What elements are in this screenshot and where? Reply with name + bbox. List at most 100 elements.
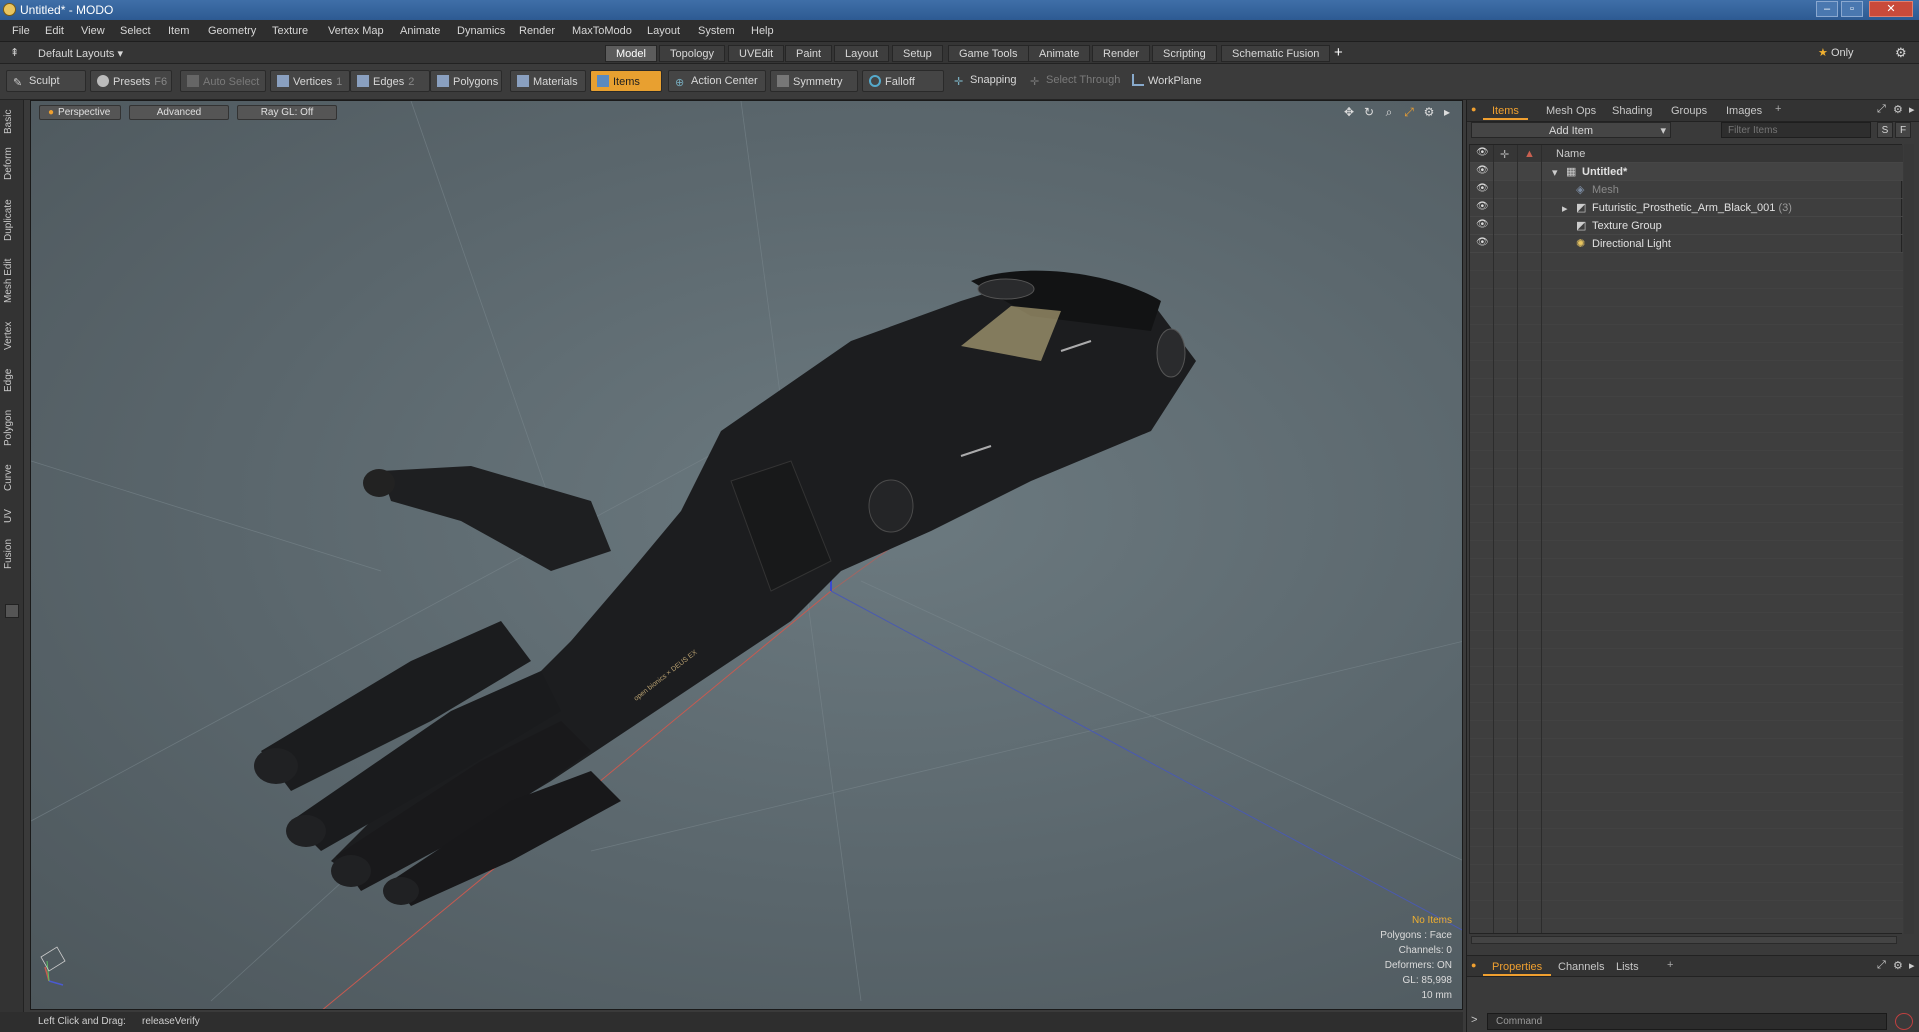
- s-button[interactable]: S: [1877, 122, 1893, 138]
- layout-collapse-icon[interactable]: ⇞: [10, 46, 19, 59]
- tab-schematic-fusion[interactable]: Schematic Fusion: [1221, 45, 1331, 62]
- vertices-button[interactable]: Vertices 1: [270, 70, 350, 92]
- f-button[interactable]: F: [1895, 122, 1911, 138]
- tab-scripting[interactable]: Scripting: [1152, 45, 1217, 62]
- vtab-uv[interactable]: UV: [3, 502, 21, 530]
- add-item-dropdown[interactable]: Add Item ▾: [1471, 122, 1671, 138]
- menu-item[interactable]: Item: [168, 25, 189, 37]
- rotate-icon[interactable]: ↻: [1362, 105, 1376, 119]
- tab-groups[interactable]: Groups: [1662, 103, 1716, 120]
- tab-mesh-ops[interactable]: Mesh Ops: [1537, 103, 1605, 120]
- menu-system[interactable]: System: [698, 25, 735, 37]
- menu-file[interactable]: File: [12, 25, 30, 37]
- select-through-button[interactable]: ✛ Select Through: [1024, 70, 1120, 92]
- workplane-button[interactable]: WorkPlane: [1126, 70, 1208, 92]
- viewport-settings-icon[interactable]: ⚙: [1422, 105, 1436, 119]
- items-icon: [597, 75, 609, 87]
- menu-layout[interactable]: Layout: [647, 25, 680, 37]
- tab-game-tools[interactable]: Game Tools: [948, 45, 1029, 62]
- minimize-button[interactable]: –: [1816, 1, 1838, 17]
- materials-button[interactable]: Materials: [510, 70, 586, 92]
- tab-paint[interactable]: Paint: [785, 45, 833, 62]
- tab-setup[interactable]: Setup: [892, 45, 943, 62]
- falloff-button[interactable]: Falloff: [862, 70, 944, 92]
- vtab-curve[interactable]: Curve: [3, 458, 21, 498]
- prosthetic-arm-model[interactable]: [254, 270, 1196, 906]
- tab-shading[interactable]: Shading: [1603, 103, 1661, 120]
- zoom-icon[interactable]: ⌕: [1382, 105, 1396, 119]
- command-input[interactable]: Command: [1487, 1013, 1887, 1030]
- vtab-polygon[interactable]: Polygon: [3, 404, 21, 452]
- name-column-header[interactable]: Name: [1556, 148, 1585, 160]
- tab-lists[interactable]: Lists: [1607, 959, 1648, 976]
- vtab-duplicate[interactable]: Duplicate: [3, 194, 21, 246]
- tab-topology[interactable]: Topology: [659, 45, 726, 62]
- vtab-basic[interactable]: Basic: [3, 104, 21, 140]
- view-mode-button[interactable]: ● Perspective: [39, 105, 121, 120]
- raygl-button[interactable]: Ray GL: Off: [237, 105, 337, 120]
- menu-view[interactable]: View: [81, 25, 105, 37]
- polygons-button[interactable]: Polygons: [430, 70, 502, 92]
- menu-edit[interactable]: Edit: [45, 25, 64, 37]
- menu-vertex-map[interactable]: Vertex Map: [328, 25, 384, 37]
- layout-preset-dropdown[interactable]: Default Layouts ▾: [38, 47, 123, 60]
- fit-icon[interactable]: ⤢: [1402, 105, 1416, 119]
- menu-render[interactable]: Render: [519, 25, 555, 37]
- falloff-icon: [869, 75, 881, 87]
- tab-items[interactable]: Items: [1483, 103, 1528, 120]
- tab-render[interactable]: Render: [1092, 45, 1151, 62]
- tab-images[interactable]: Images: [1717, 103, 1771, 120]
- tab-properties[interactable]: Properties: [1483, 959, 1552, 976]
- tab-uvedit[interactable]: UVEdit: [728, 45, 785, 62]
- maximize-button[interactable]: ▫: [1841, 1, 1863, 17]
- menu-select[interactable]: Select: [120, 25, 151, 37]
- polygons-label: Polygons: [453, 76, 499, 88]
- collapse-arrow-icon[interactable]: ▾: [1552, 166, 1558, 179]
- vtab-vertex[interactable]: Vertex: [3, 316, 21, 356]
- symmetry-button[interactable]: Symmetry: [770, 70, 858, 92]
- only-toggle[interactable]: ★ Only: [1818, 46, 1854, 59]
- tab-model[interactable]: Model: [605, 45, 657, 62]
- panel-menu-icon[interactable]: ▸: [1909, 103, 1915, 116]
- menu-dynamics[interactable]: Dynamics: [457, 25, 505, 37]
- vtab-mesh-edit[interactable]: Mesh Edit: [3, 254, 21, 308]
- expand-panel-icon[interactable]: ⤢: [1877, 959, 1886, 972]
- horizontal-scrollbar[interactable]: [1471, 936, 1897, 944]
- action-center-button[interactable]: ⊕ Action Center: [668, 70, 766, 92]
- shading-mode-button[interactable]: Advanced: [129, 105, 229, 120]
- vtab-edge[interactable]: Edge: [3, 362, 21, 398]
- menu-texture[interactable]: Texture: [272, 25, 308, 37]
- tab-channels[interactable]: Channels: [1549, 959, 1613, 976]
- tab-animate[interactable]: Animate: [1028, 45, 1091, 62]
- panel-settings-icon[interactable]: ⚙: [1893, 959, 1903, 972]
- pan-icon[interactable]: ✥: [1342, 105, 1356, 119]
- vtab-deform[interactable]: Deform: [3, 144, 21, 184]
- add-tab-button[interactable]: +: [1667, 959, 1673, 971]
- 3d-viewport[interactable]: open bionics × DEUS EX ● Perspective Adva…: [30, 100, 1463, 1010]
- panel-settings-icon[interactable]: ⚙: [1893, 103, 1903, 116]
- tab-layout[interactable]: Layout: [834, 45, 890, 62]
- snapping-button[interactable]: ✛ Snapping: [948, 70, 1018, 92]
- sculpt-button[interactable]: ✎ Sculpt: [6, 70, 86, 92]
- vtab-fusion[interactable]: Fusion: [3, 534, 21, 574]
- record-icon[interactable]: [1895, 1013, 1913, 1030]
- items-button[interactable]: Items: [590, 70, 662, 92]
- filter-items-input[interactable]: [1721, 122, 1871, 138]
- gear-icon[interactable]: ⚙: [1895, 45, 1907, 61]
- expand-arrow-icon[interactable]: ▸: [1562, 202, 1568, 215]
- close-button[interactable]: ✕: [1869, 1, 1913, 17]
- vertical-scrollbar[interactable]: [1904, 144, 1914, 934]
- menu-help[interactable]: Help: [751, 25, 774, 37]
- menu-geometry[interactable]: Geometry: [208, 25, 256, 37]
- edges-button[interactable]: Edges 2: [350, 70, 430, 92]
- menu-animate[interactable]: Animate: [400, 25, 440, 37]
- add-layout-button[interactable]: +: [1334, 44, 1343, 61]
- menu-maxtomodo[interactable]: MaxToModo: [572, 25, 632, 37]
- viewport-menu-icon[interactable]: ▸: [1440, 105, 1454, 119]
- expand-panel-icon[interactable]: ⤢: [1877, 103, 1886, 116]
- panel-menu-icon[interactable]: ▸: [1909, 959, 1915, 972]
- presets-button[interactable]: Presets F6: [90, 70, 172, 92]
- toolbox-toggle-icon[interactable]: [5, 604, 19, 618]
- auto-select-button[interactable]: Auto Select: [180, 70, 266, 92]
- add-tab-button[interactable]: +: [1775, 103, 1781, 115]
